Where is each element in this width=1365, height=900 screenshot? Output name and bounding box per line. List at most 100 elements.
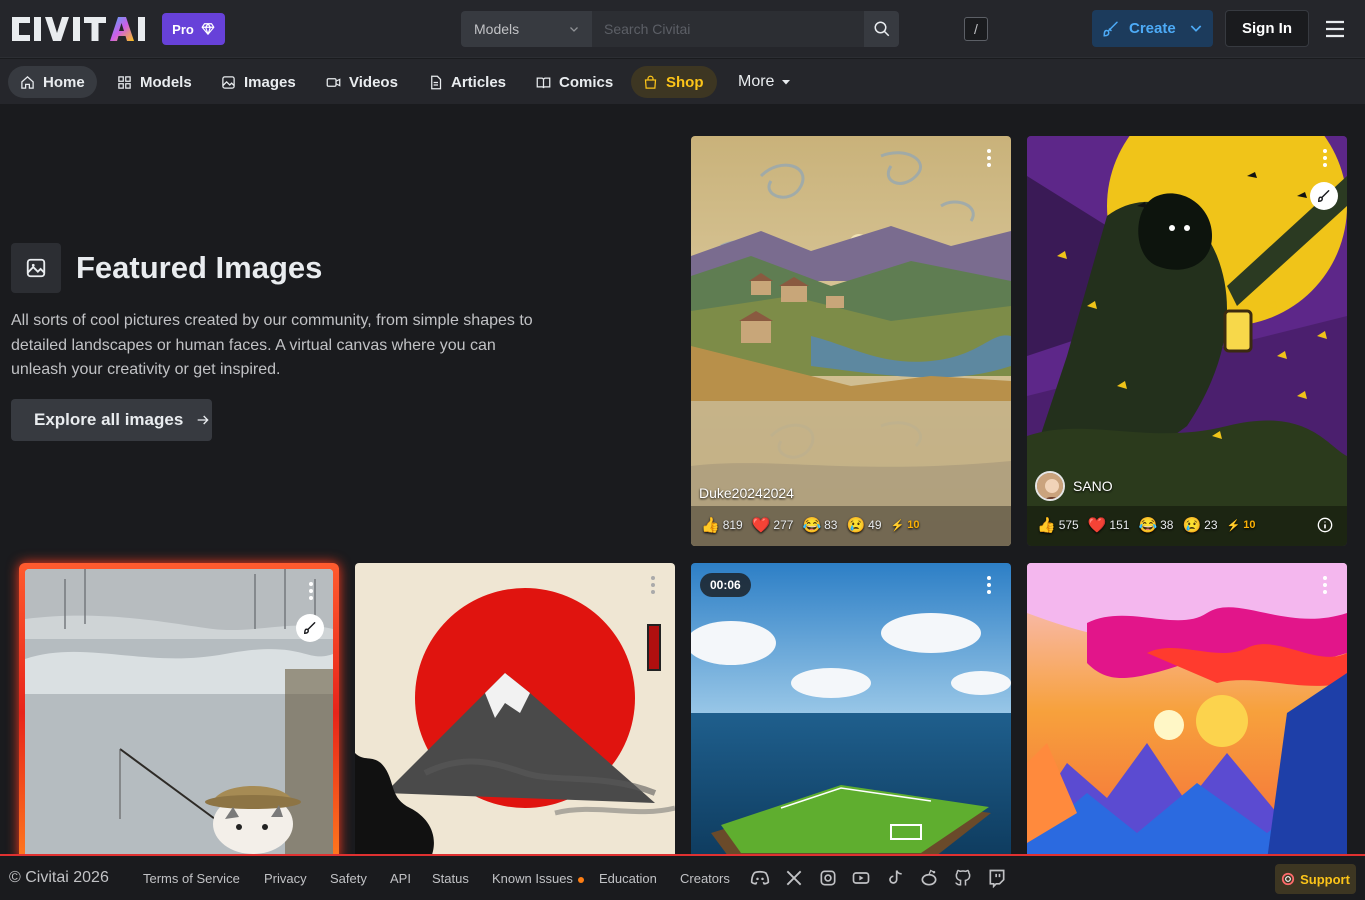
- more-options-icon[interactable]: [647, 575, 659, 595]
- footer-link-privacy[interactable]: Privacy: [264, 871, 307, 886]
- thumbs-up-icon: 👍: [1037, 517, 1056, 534]
- search-icon: [874, 21, 889, 37]
- reddit-icon[interactable]: [919, 868, 939, 888]
- diamond-icon: [201, 23, 215, 35]
- like-count: 575: [1058, 518, 1079, 532]
- more-options-icon[interactable]: [1319, 575, 1331, 595]
- nav-home[interactable]: Home: [8, 66, 97, 98]
- civitai-logo[interactable]: [12, 14, 152, 44]
- support-button[interactable]: Support: [1275, 864, 1356, 894]
- image-card[interactable]: Duke20242024 👍 819 ❤️ 277 😂 83 😢 49 ⚡ 10: [691, 136, 1011, 546]
- cry-reaction[interactable]: 😢 49: [846, 516, 881, 534]
- remix-button[interactable]: [296, 614, 324, 642]
- footer-link-safety[interactable]: Safety: [330, 871, 367, 886]
- like-count: 819: [722, 518, 743, 532]
- footer-link-creators[interactable]: Creators: [680, 871, 730, 886]
- footer-link-known-issues[interactable]: Known Issues: [492, 871, 584, 886]
- like-reaction[interactable]: 👍 575: [1037, 516, 1079, 534]
- nav-models[interactable]: Models: [105, 66, 204, 98]
- twitch-icon[interactable]: [987, 868, 1007, 888]
- laugh-reaction[interactable]: 😂 83: [802, 516, 837, 534]
- buzz-tip[interactable]: ⚡ 10: [891, 519, 920, 532]
- footer-link-terms[interactable]: Terms of Service: [143, 871, 240, 886]
- copyright-text: © Civitai 2026: [9, 869, 109, 886]
- nav-more-dropdown[interactable]: More: [738, 73, 792, 91]
- brush-icon: [304, 622, 316, 634]
- home-icon: [21, 75, 34, 89]
- video-icon: [326, 77, 341, 87]
- chevron-down-icon: [1190, 25, 1202, 32]
- arrow-right-icon: [197, 415, 209, 425]
- buzz-tip[interactable]: ⚡ 10: [1227, 519, 1256, 532]
- hamburger-menu-icon[interactable]: [1323, 17, 1347, 41]
- sign-in-button[interactable]: Sign In: [1225, 10, 1309, 47]
- author-name: Duke20242024: [699, 485, 794, 501]
- create-button[interactable]: Create: [1092, 10, 1213, 47]
- nav-images[interactable]: Images: [209, 66, 308, 98]
- book-icon: [536, 77, 551, 88]
- footer-link-education[interactable]: Education: [599, 871, 657, 886]
- explore-images-button[interactable]: Explore all images: [11, 399, 212, 441]
- cry-count: 23: [1204, 518, 1218, 532]
- video-card[interactable]: 00:06: [691, 563, 1011, 860]
- info-icon[interactable]: [1317, 517, 1333, 533]
- instagram-icon[interactable]: [818, 868, 838, 888]
- heart-icon: ❤️: [751, 517, 771, 534]
- card-author[interactable]: Duke20242024: [699, 485, 794, 501]
- buzz-count: 10: [1243, 519, 1256, 531]
- github-icon[interactable]: [953, 868, 973, 888]
- card-author[interactable]: SANO: [1035, 471, 1113, 501]
- brush-icon: [1318, 190, 1330, 202]
- pro-button[interactable]: Pro: [162, 13, 225, 45]
- search-shortcut-key: /: [964, 17, 988, 41]
- nav-shop[interactable]: Shop: [631, 66, 717, 98]
- footer: © Civitai 2026 Terms of Service Privacy …: [0, 854, 1365, 900]
- remix-button[interactable]: [1310, 182, 1338, 210]
- x-twitter-icon[interactable]: [784, 868, 804, 888]
- nav-label: Models: [140, 73, 192, 91]
- laugh-reaction[interactable]: 😂 38: [1138, 516, 1173, 534]
- search-type-select[interactable]: Models: [461, 11, 592, 47]
- heart-count: 277: [773, 518, 794, 532]
- cry-count: 49: [868, 518, 882, 532]
- shopping-bag-icon: [644, 75, 657, 89]
- cry-icon: 😢: [846, 517, 866, 534]
- heart-reaction[interactable]: ❤️ 277: [752, 516, 794, 534]
- laugh-count: 83: [824, 518, 838, 532]
- heart-icon: ❤️: [1087, 517, 1107, 534]
- explore-label: Explore all images: [34, 410, 184, 429]
- featured-description: All sorts of cool pictures created by ou…: [11, 312, 533, 378]
- discord-icon[interactable]: [750, 868, 770, 888]
- file-text-icon: [431, 75, 442, 89]
- footer-link-api[interactable]: API: [390, 871, 411, 886]
- image-card[interactable]: SANO 👍 575 ❤️ 151 😂 38 😢 23 ⚡ 10: [1027, 136, 1347, 546]
- card-image: [1027, 563, 1347, 860]
- tiktok-icon[interactable]: [885, 868, 905, 888]
- known-issues-label: Known Issues: [492, 871, 573, 886]
- more-options-icon[interactable]: [1319, 148, 1331, 168]
- search-input[interactable]: [592, 11, 864, 47]
- more-options-icon[interactable]: [305, 581, 317, 601]
- author-name: SANO: [1073, 478, 1113, 494]
- image-card[interactable]: [25, 569, 333, 860]
- featured-images-icon-box: [11, 243, 61, 293]
- nav-articles[interactable]: Articles: [416, 66, 518, 98]
- heart-reaction[interactable]: ❤️ 151: [1088, 516, 1130, 534]
- card-video-thumbnail: [691, 563, 1011, 860]
- nav-label: Images: [244, 73, 296, 91]
- cry-reaction[interactable]: 😢 23: [1182, 516, 1217, 534]
- nav-label: Home: [43, 73, 85, 91]
- nav-comics[interactable]: Comics: [524, 66, 625, 98]
- like-reaction[interactable]: 👍 819: [701, 516, 743, 534]
- search-button[interactable]: [864, 11, 899, 47]
- photo-icon: [222, 75, 235, 89]
- create-label: Create: [1129, 20, 1176, 37]
- buzz-count: 10: [907, 519, 920, 531]
- youtube-icon[interactable]: [851, 868, 871, 888]
- more-options-icon[interactable]: [983, 575, 995, 595]
- more-options-icon[interactable]: [983, 148, 995, 168]
- nav-videos[interactable]: Videos: [314, 66, 410, 98]
- image-card[interactable]: [355, 563, 675, 860]
- image-card[interactable]: [1027, 563, 1347, 860]
- footer-link-status[interactable]: Status: [432, 871, 469, 886]
